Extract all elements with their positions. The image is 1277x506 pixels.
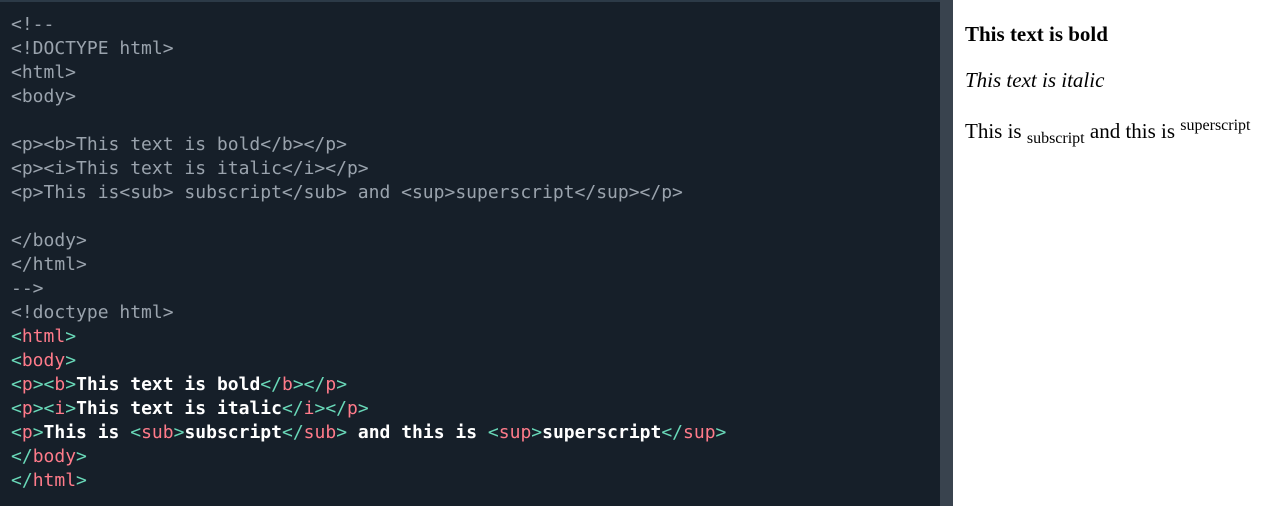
- tag-name-sup: sup: [498, 422, 532, 443]
- result-preview: This text is bold This text is italic Th…: [953, 0, 1277, 506]
- code-text-italic: This text is italic: [76, 398, 282, 419]
- bracket-close: >: [531, 422, 543, 443]
- bracket-open: <: [11, 422, 22, 443]
- bracket-close: >: [357, 398, 369, 419]
- bracket-open-slash: </: [281, 398, 304, 419]
- tag-name-p: p: [21, 398, 33, 419]
- code-text-subscript: subscript: [184, 422, 282, 443]
- code-line-2: <!DOCTYPE html>: [11, 38, 174, 59]
- bracket-open-slash: </: [303, 374, 326, 395]
- bracket-open: <: [43, 374, 55, 395]
- bracket-close: >: [336, 422, 348, 443]
- code-text-bold: This text is bold: [76, 374, 261, 395]
- code-line-14: <html>: [11, 325, 940, 349]
- bracket-open-slash: </: [11, 470, 33, 491]
- code-text-and-this-is: and this is: [347, 422, 488, 443]
- pane-splitter[interactable]: [940, 0, 953, 506]
- bracket-open: <: [130, 422, 142, 443]
- tag-name-i: i: [303, 398, 315, 419]
- bracket-close: >: [32, 374, 44, 395]
- bracket-close: >: [65, 374, 77, 395]
- bracket-close: >: [715, 422, 727, 443]
- tag-name-i: i: [54, 398, 66, 419]
- code-line-13: <!doctype html>: [11, 302, 174, 323]
- bracket-open: <: [11, 326, 22, 347]
- bracket-close: >: [292, 374, 304, 395]
- preview-italic-paragraph: This text is italic: [965, 68, 1277, 92]
- code-line-20: </html>: [11, 469, 940, 493]
- bracket-open: <: [11, 374, 22, 395]
- bracket-open-slash: </: [661, 422, 684, 443]
- bracket-open: <: [11, 350, 22, 371]
- code-line-18: <p>This is <sub>subscript</sub> and this…: [11, 421, 940, 445]
- code-line-7: <p><i>This text is italic</i></p>: [11, 158, 369, 179]
- code-line-8: <p>This is<sub> subscript</sub> and <sup…: [11, 182, 683, 203]
- code-line-12: -->: [11, 278, 44, 299]
- tag-name-sup: sup: [683, 422, 716, 443]
- bracket-close: >: [32, 422, 44, 443]
- bracket-open-slash: </: [325, 398, 348, 419]
- code-line-1: <!--: [11, 14, 55, 35]
- code-line-17: <p><i>This text is italic</i></p>: [11, 397, 940, 421]
- code-line-10: </body>: [11, 230, 87, 251]
- bracket-close: >: [76, 470, 87, 491]
- code-editor[interactable]: <!-- <!DOCTYPE html> <html> <body> <p><b>Thi…: [0, 0, 940, 506]
- bracket-open: <: [487, 422, 499, 443]
- preview-italic-text: This text is italic: [965, 68, 1105, 92]
- preview-subscript: subscript: [1026, 130, 1085, 148]
- tag-name-p: p: [21, 422, 33, 443]
- code-line-15: <body>: [11, 349, 940, 373]
- code-text-superscript: superscript: [542, 422, 662, 443]
- bracket-open: <: [43, 398, 55, 419]
- bracket-close: >: [173, 422, 185, 443]
- bracket-close: >: [76, 446, 87, 467]
- bracket-close: >: [65, 350, 77, 371]
- code-text-this-is: This is: [43, 422, 131, 443]
- code-line-16: <p><b>This text is bold</b></p>: [11, 373, 940, 397]
- tag-name-b: b: [281, 374, 293, 395]
- tag-name-body: body: [21, 350, 66, 371]
- tag-name-sub: sub: [141, 422, 174, 443]
- tag-name-body: body: [32, 446, 77, 467]
- preview-line3-middle: and this is: [1084, 119, 1181, 143]
- bracket-close: >: [65, 398, 77, 419]
- tag-name-b: b: [54, 374, 66, 395]
- bracket-close: >: [65, 326, 77, 347]
- preview-line3-prefix: This is: [965, 119, 1027, 143]
- code-line-6: <p><b>This text is bold</b></p>: [11, 134, 347, 155]
- bracket-close: >: [314, 398, 326, 419]
- code-line-3: <html>: [11, 62, 77, 83]
- preview-superscript: superscript: [1180, 117, 1251, 134]
- bracket-open-slash: </: [11, 446, 33, 467]
- tag-name-p: p: [325, 374, 337, 395]
- bracket-open: <: [11, 398, 22, 419]
- bracket-open-slash: </: [260, 374, 282, 395]
- code-area[interactable]: <!-- <!DOCTYPE html> <html> <body> <p><b>Thi…: [0, 2, 940, 493]
- bracket-close: >: [32, 398, 44, 419]
- preview-sub-sup-paragraph: This is subscript and this is superscrip…: [965, 114, 1277, 151]
- tag-name-p: p: [21, 374, 33, 395]
- tag-name-p: p: [347, 398, 358, 419]
- bracket-close: >: [336, 374, 348, 395]
- app-window: <!-- <!DOCTYPE html> <html> <body> <p><b>Thi…: [0, 0, 1277, 506]
- preview-bold-text: This text is bold: [965, 22, 1108, 46]
- code-line-19: </body>: [11, 445, 940, 469]
- code-line-4: <body>: [11, 86, 77, 107]
- preview-bold-paragraph: This text is bold: [965, 22, 1277, 46]
- tag-name-html: html: [32, 470, 77, 491]
- bracket-open-slash: </: [281, 422, 304, 443]
- tag-name-html: html: [21, 326, 66, 347]
- tag-name-sub: sub: [303, 422, 337, 443]
- code-line-11: </html>: [11, 254, 87, 275]
